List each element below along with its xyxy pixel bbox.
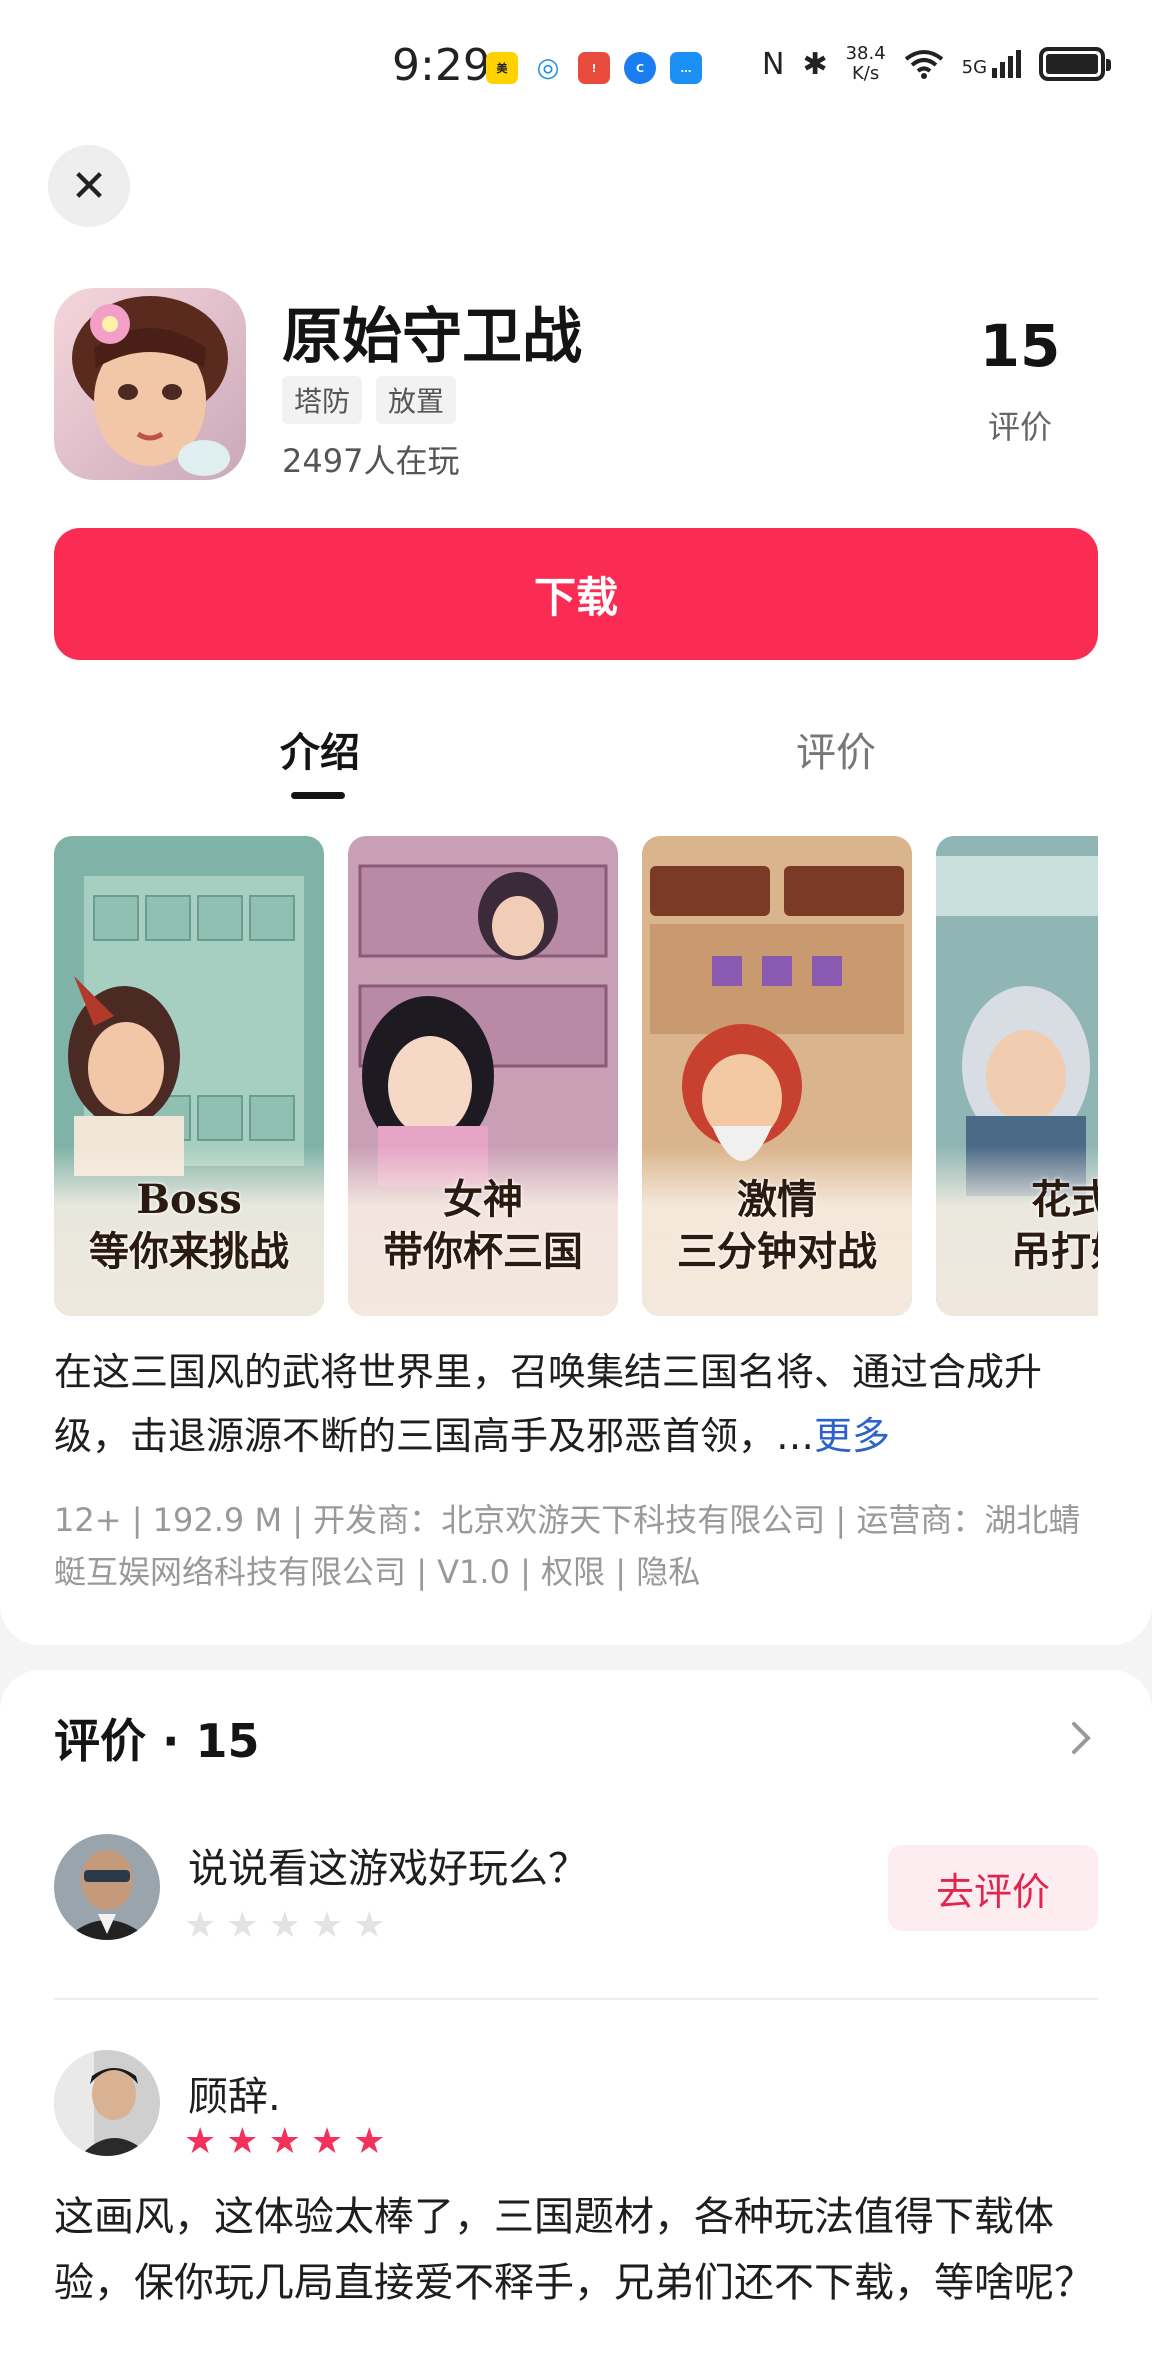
permissions-link[interactable]: 权限	[541, 1553, 605, 1591]
chat-bubble-icon: ◎	[532, 52, 564, 84]
signal-bar	[992, 68, 998, 78]
tab-intro[interactable]: 介绍	[272, 720, 368, 778]
caption-line: 吊打好	[1011, 1228, 1098, 1275]
app-tag[interactable]: 塔防	[282, 376, 363, 424]
download-button[interactable]: 下载	[54, 528, 1098, 660]
separator: |	[292, 1501, 303, 1539]
star-filled-icon: ★	[268, 2121, 301, 2162]
app-description: 在这三国风的武将世界里，召唤集结三国名将、通过合成升级，击退源源不断的三国高手及…	[54, 1340, 1098, 1468]
separator: |	[520, 1553, 531, 1591]
screenshot[interactable]: 女神 带你杯三国	[348, 836, 618, 1316]
divider	[54, 1998, 1098, 2000]
screenshot-caption: Boss 等你来挑战	[54, 1174, 324, 1278]
age-rating: 12+	[54, 1501, 122, 1539]
review-stars: ★ ★ ★ ★ ★	[184, 2124, 385, 2160]
notification-icons: 美 ◎ ! C …	[486, 52, 702, 84]
close-icon: ✕	[70, 160, 108, 212]
privacy-link[interactable]: 隐私	[636, 1553, 700, 1591]
caption-line: 带你杯三国	[383, 1228, 583, 1275]
star-icon[interactable]: ★	[269, 1908, 301, 1944]
app-version: V1.0	[437, 1553, 510, 1591]
star-icon[interactable]: ★	[353, 1908, 385, 1944]
player-count: 2497人在玩	[282, 442, 460, 480]
caption-line: 女神	[443, 1176, 523, 1223]
browser-icon: C	[624, 52, 656, 84]
star-icon[interactable]: ★	[311, 1908, 343, 1944]
caption-line: 激情	[737, 1176, 817, 1223]
write-review-button[interactable]: 去评价	[888, 1845, 1098, 1931]
star-filled-icon: ★	[184, 2121, 217, 2162]
app-tag[interactable]: 放置	[376, 376, 457, 424]
app-size: 192.9 M	[152, 1501, 283, 1539]
review-text: 这画风，这体验太棒了，三国题材，各种玩法值得下载体验，保你玩几局直接爱不释手，兄…	[54, 2194, 1094, 2306]
caption-line: Boss	[136, 1176, 242, 1223]
separator: |	[416, 1553, 427, 1591]
screenshot-caption: 女神 带你杯三国	[348, 1174, 618, 1278]
separator: |	[835, 1501, 847, 1539]
screenshot-caption: 激情 三分钟对战	[642, 1174, 912, 1278]
network-speed: 38.4 K/s	[846, 44, 886, 84]
signal-bar	[1008, 56, 1014, 78]
close-button[interactable]: ✕	[48, 145, 130, 227]
caption-line: 三分钟对战	[677, 1228, 877, 1275]
status-bar: 9:29 美 ◎ ! C … N ✱ 38.4 K/s 5G	[0, 0, 1152, 130]
status-time: 9:29	[392, 40, 491, 91]
star-icon[interactable]: ★	[184, 1908, 216, 1944]
signal-icon: 5G	[961, 50, 1022, 78]
developer-name[interactable]: 北京欢游天下科技有限公司	[441, 1501, 825, 1539]
caption-line: 花式	[1031, 1176, 1098, 1223]
rating-label[interactable]: 评价	[960, 402, 1080, 448]
wifi-icon	[904, 50, 943, 79]
reviewer-avatar[interactable]	[54, 2050, 160, 2156]
screenshot[interactable]: 花式 吊打好	[936, 836, 1098, 1316]
screenshot-carousel[interactable]: Boss 等你来挑战 女神 带你杯三国 激情 三分钟对战 花式 吊打	[54, 836, 1098, 1316]
app-title: 原始守卫战	[282, 302, 582, 372]
review-prompt: 说说看这游戏好玩么？	[188, 1846, 588, 1892]
description-text: 在这三国风的武将世界里，召唤集结三国名将、通过合成升级，击退源源不断的三国高手及…	[54, 1350, 1043, 1458]
star-filled-icon: ★	[353, 2121, 386, 2162]
separator: |	[131, 1501, 143, 1539]
star-filled-icon: ★	[310, 2121, 344, 2162]
app-tags: 塔防 放置	[282, 376, 457, 424]
network-type: 5G	[961, 57, 988, 78]
reviewer-name: 顾辞.	[188, 2074, 281, 2120]
signal-bar	[1016, 50, 1022, 78]
separator: |	[615, 1553, 627, 1591]
app-meta: 12+ | 192.9 M | 开发商：北京欢游天下科技有限公司 | 运营商：湖…	[54, 1494, 1098, 1598]
rating-count[interactable]: 15	[960, 312, 1080, 380]
caption-line: 等你来挑战	[89, 1228, 289, 1275]
reviews-heading[interactable]: 评价 · 15	[54, 1705, 260, 1771]
operator-label: 运营商：	[856, 1501, 985, 1539]
battery-icon	[1039, 47, 1112, 81]
active-tab-indicator	[291, 792, 345, 799]
more-link[interactable]: 更多	[814, 1414, 890, 1458]
developer-label: 开发商：	[313, 1501, 442, 1539]
chevron-right-icon[interactable]	[1068, 1718, 1096, 1758]
signal-bar	[1000, 62, 1006, 78]
status-right: N ✱ 38.4 K/s 5G	[762, 44, 1112, 84]
star-filled-icon: ★	[226, 2121, 259, 2162]
nfc-icon: N	[762, 46, 785, 82]
star-icon[interactable]: ★	[226, 1908, 258, 1944]
app-icon	[54, 288, 246, 480]
message-icon: …	[670, 52, 702, 84]
tab-reviews[interactable]: 评价	[788, 720, 884, 778]
screenshot[interactable]: Boss 等你来挑战	[54, 836, 324, 1316]
rating-stars-input[interactable]: ★ ★ ★ ★ ★	[184, 1908, 385, 1944]
screenshot-caption: 花式 吊打好	[936, 1174, 1098, 1278]
screenshot[interactable]: 激情 三分钟对战	[642, 836, 912, 1316]
my-avatar	[54, 1834, 160, 1940]
net-speed-value: 38.4	[845, 43, 886, 64]
red-app-icon: !	[578, 52, 610, 84]
bluetooth-icon: ✱	[802, 46, 828, 82]
net-speed-unit: K/s	[852, 63, 880, 84]
meituan-icon: 美	[486, 52, 518, 84]
